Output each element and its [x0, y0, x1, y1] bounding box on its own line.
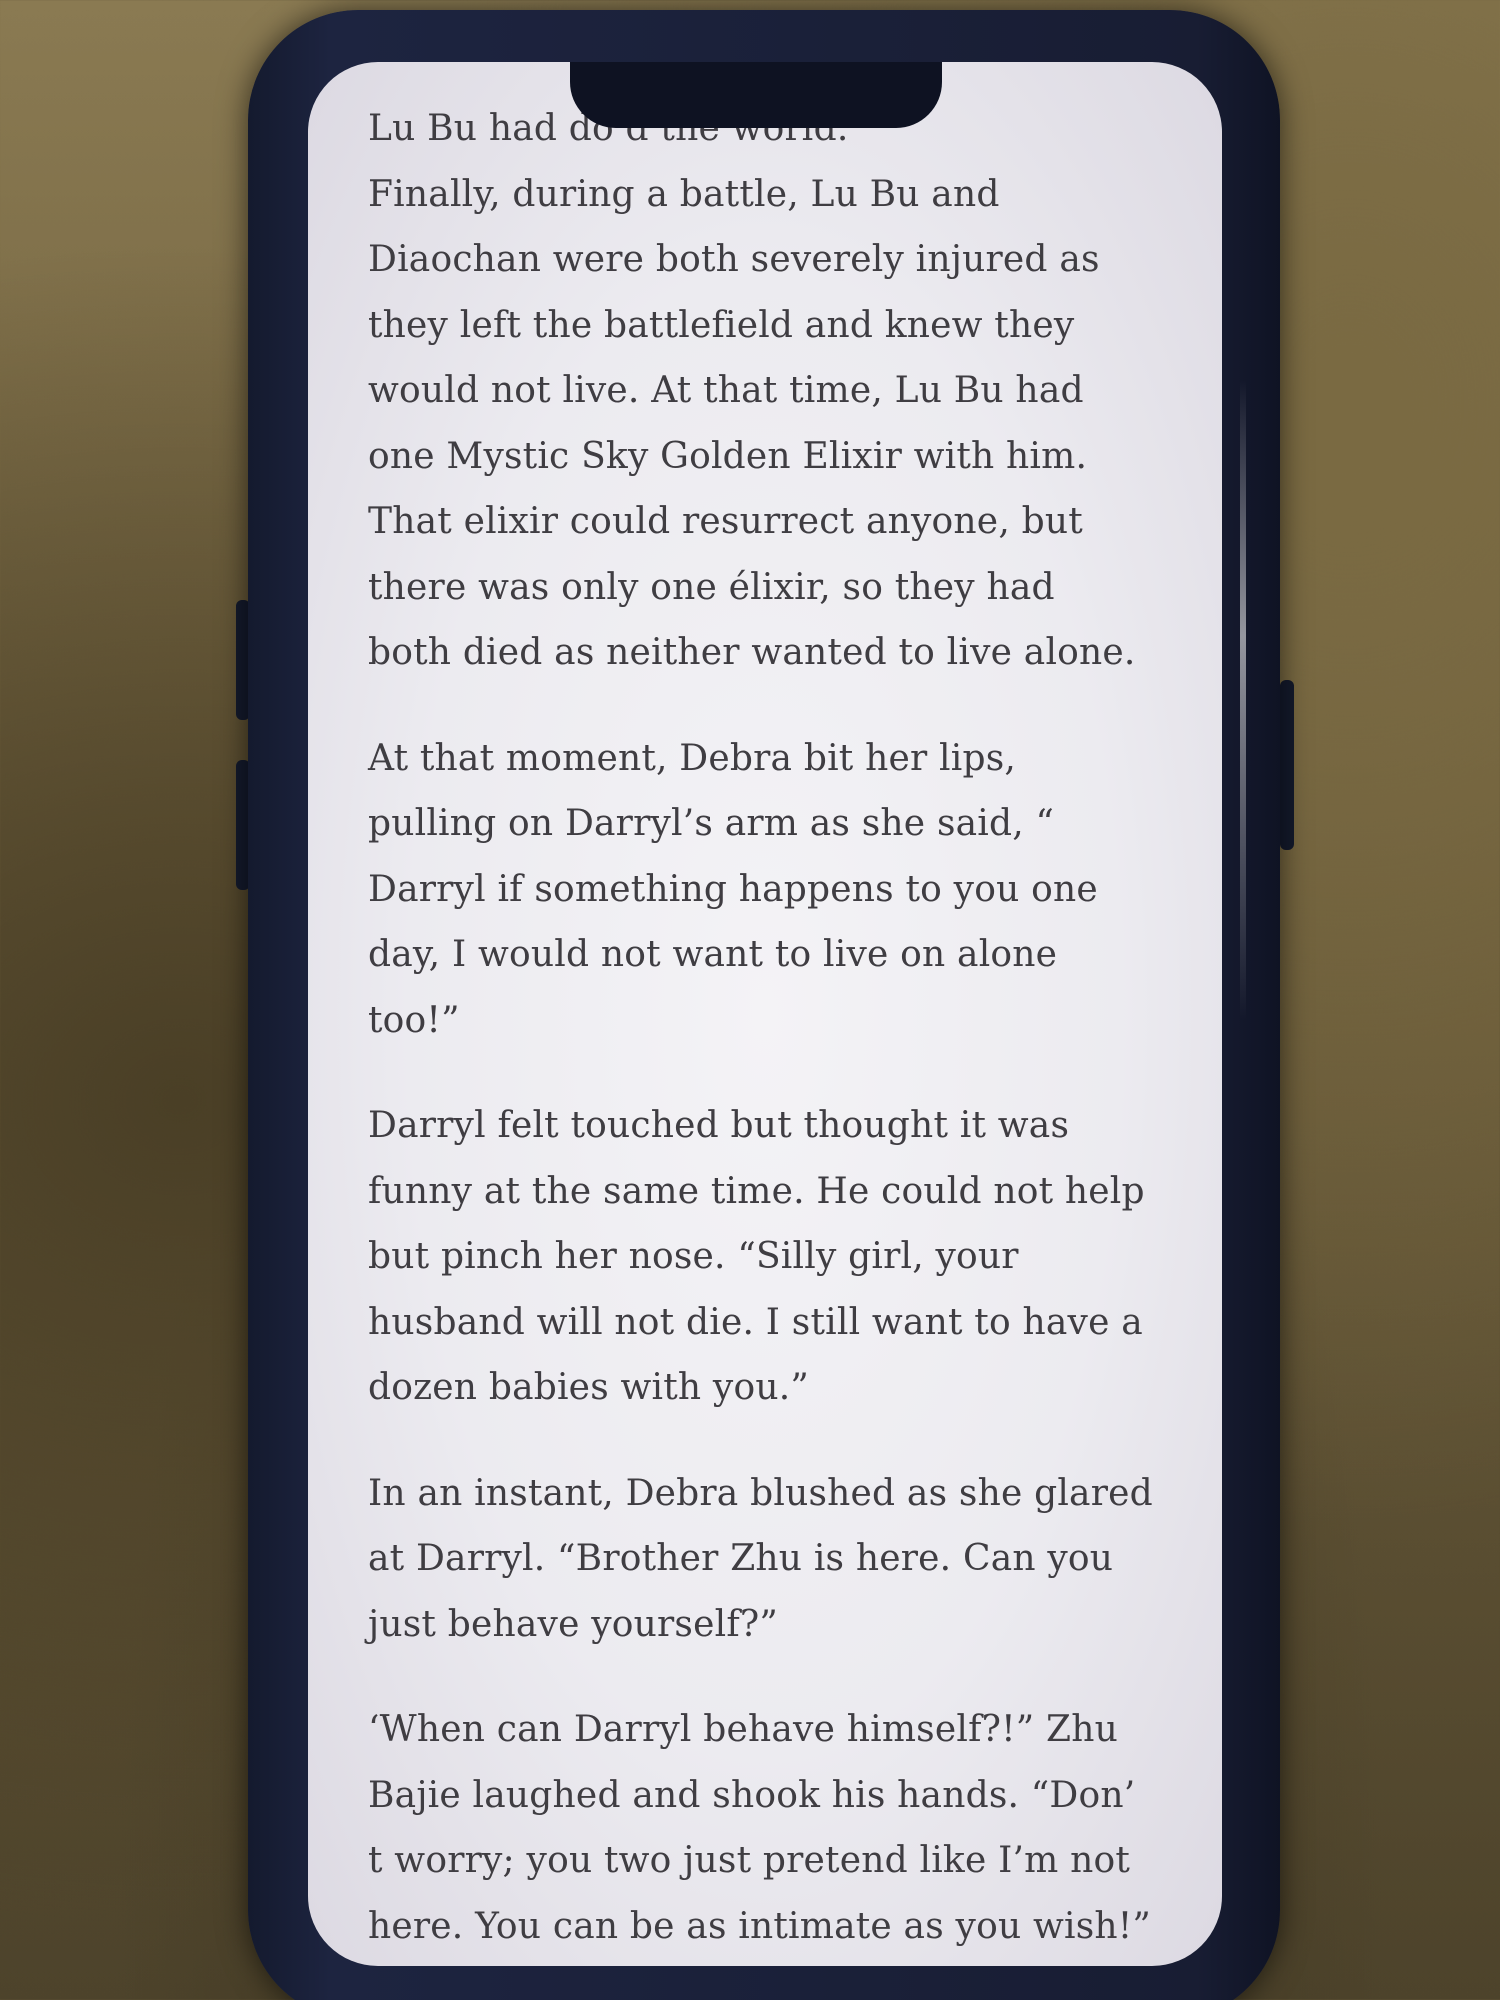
story-paragraph: In an instant, Debra blushed as she glar… — [368, 1472, 1153, 1645]
camera-notch — [570, 62, 942, 128]
story-paragraph: Darryl felt touched but thought it was f… — [368, 1105, 1145, 1408]
story-paragraph: At that moment, Debra bit her lips, pull… — [368, 737, 1098, 1041]
screen-glare — [1240, 380, 1246, 1020]
phone-screen[interactable]: Lu Bu had do d the world. Finally, durin… — [308, 62, 1222, 1966]
story-paragraph: Lu Bu had do d the world. Finally, durin… — [368, 108, 1136, 673]
story-paragraph: ‘When can Darryl behave himself?!” Zhu B… — [368, 1709, 1152, 1947]
reader-text-area[interactable]: Lu Bu had do d the world. Finally, durin… — [368, 96, 1178, 1966]
phone-power-button — [1280, 680, 1294, 850]
